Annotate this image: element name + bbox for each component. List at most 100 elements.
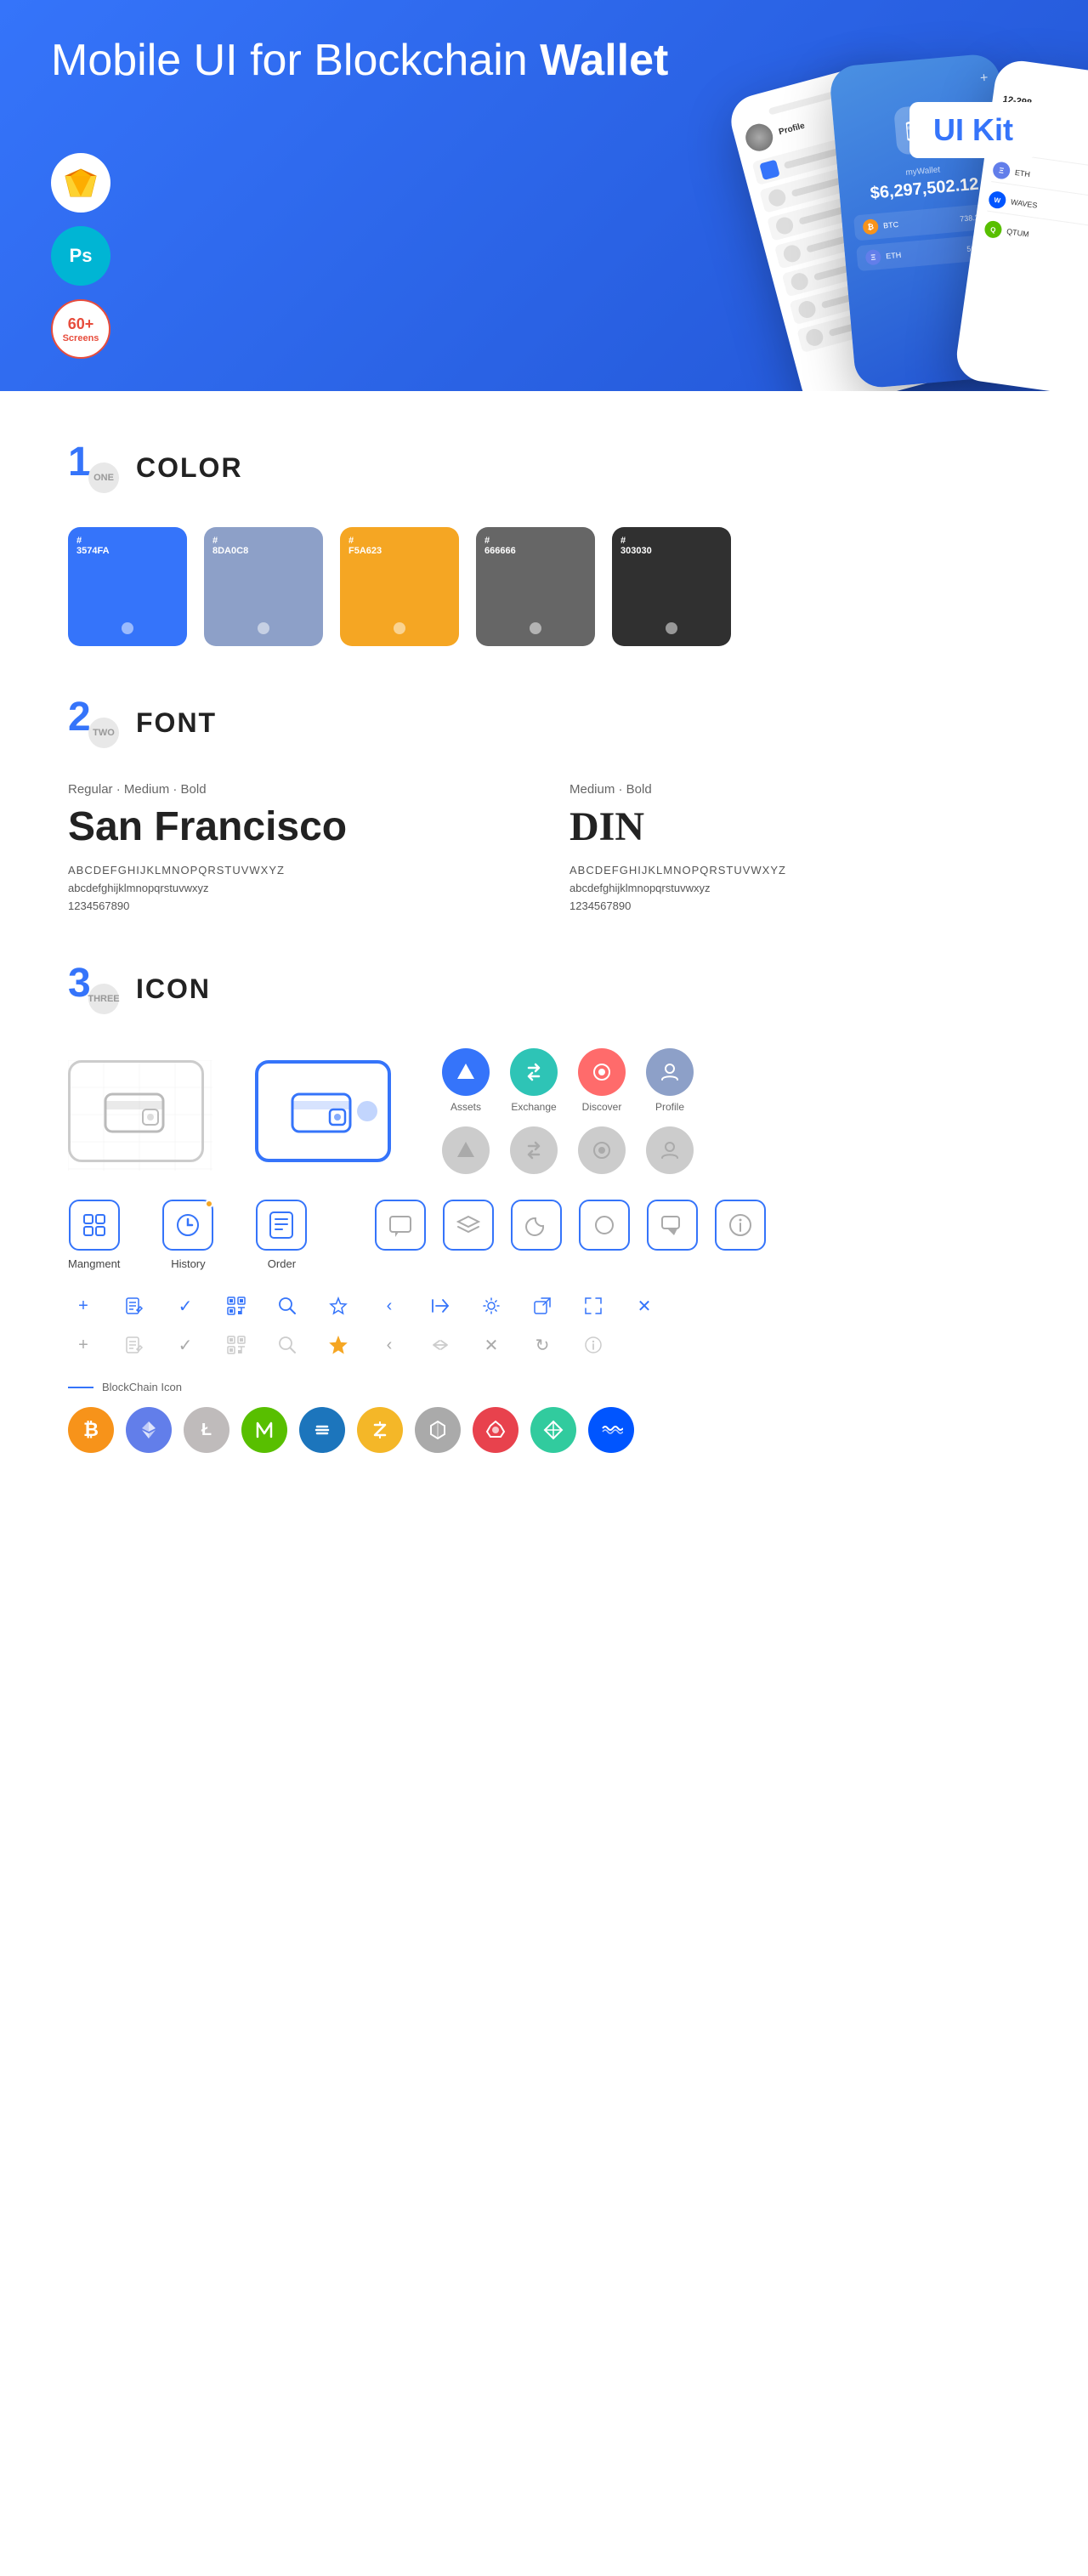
plus-gray-icon: + <box>68 1330 99 1360</box>
screens-badge: 60+ Screens <box>51 299 110 359</box>
dash-coin <box>299 1407 345 1453</box>
icon-large-row: Assets Exchange <box>68 1048 1020 1174</box>
swatch-dark: #303030 <box>612 527 731 646</box>
named-icons-row-1: Assets Exchange <box>442 1048 694 1113</box>
color-title: COLOR <box>136 452 243 484</box>
small-icons-row-2-gray: + ✓ <box>68 1330 1020 1360</box>
blockchain-line-decoration <box>68 1387 94 1388</box>
chevron-left-icon: ‹ <box>374 1291 405 1321</box>
moon-icon <box>511 1200 562 1251</box>
din-lowercase: abcdefghijklmnopqrstuvwxyz <box>570 882 1020 894</box>
named-icons-row-2-gray <box>442 1126 694 1174</box>
named-icons-container: Assets Exchange <box>442 1048 694 1174</box>
assets-icon-box: Assets <box>442 1048 490 1113</box>
mgmt-icons-area: Mangment History <box>68 1200 1020 1270</box>
arrows-gray-icon <box>425 1330 456 1360</box>
swatch-gray: #666666 <box>476 527 595 646</box>
hero-badges: Ps 60+ Screens <box>51 153 110 359</box>
swatch-slate: #8DA0C8 <box>204 527 323 646</box>
ltc-coin: Ł <box>184 1407 230 1453</box>
external-link-icon <box>527 1291 558 1321</box>
btc-coin: ₿ <box>68 1407 114 1453</box>
exchange-icon-box: Exchange <box>510 1048 558 1113</box>
plus-icon: + <box>68 1291 99 1321</box>
order-icon-box: Order <box>256 1200 307 1270</box>
sketch-badge <box>51 153 110 213</box>
rotate-gray-icon: ↻ <box>527 1330 558 1360</box>
swatch-dot <box>258 622 269 634</box>
exchange-icon <box>510 1048 558 1096</box>
swatch-dot <box>666 622 677 634</box>
sf-uppercase: ABCDEFGHIJKLMNOPQRSTUVWXYZ <box>68 864 518 877</box>
blockchain-label: BlockChain Icon <box>68 1381 1020 1393</box>
main-content: 1 ONE COLOR #3574FA #8DA0C8 #F5A623 #666… <box>0 391 1088 1538</box>
ui-kit-badge: UI Kit <box>910 102 1037 158</box>
document-edit-gray-icon <box>119 1330 150 1360</box>
icon-title: ICON <box>136 973 211 1005</box>
font-din: Medium · Bold DIN ABCDEFGHIJKLMNOPQRSTUV… <box>570 782 1020 912</box>
share-icon <box>425 1291 456 1321</box>
management-icon-box: Mangment <box>68 1200 120 1270</box>
swatch-orange: #F5A623 <box>340 527 459 646</box>
ps-badge: Ps <box>51 226 110 286</box>
sf-numbers: 1234567890 <box>68 899 518 912</box>
color-section-number: 1 ONE <box>68 442 119 493</box>
history-label: History <box>171 1257 205 1270</box>
other-icons-row <box>375 1200 766 1251</box>
close2-gray-icon: ✕ <box>476 1330 507 1360</box>
din-name: DIN <box>570 803 1020 850</box>
hero-section: Mobile UI for Blockchain Wallet UI Kit P… <box>0 0 1088 391</box>
profile-icon <box>646 1048 694 1096</box>
phone-mockups: Profile + <box>722 51 1088 374</box>
swatch-dot <box>122 622 133 634</box>
din-numbers: 1234567890 <box>570 899 1020 912</box>
chevron-left-gray-icon: ‹ <box>374 1330 405 1360</box>
font-title: FONT <box>136 707 217 739</box>
hero-title: Mobile UI for Blockchain Wallet <box>51 34 668 87</box>
color-section: 1 ONE COLOR #3574FA #8DA0C8 #F5A623 #666… <box>68 442 1020 646</box>
coins-row: ₿ Ł <box>68 1407 1020 1453</box>
font-section-number: 2 TWO <box>68 697 119 748</box>
mgmt-icons-row: Mangment History <box>68 1200 307 1270</box>
neo-coin <box>241 1407 287 1453</box>
color-swatches: #3574FA #8DA0C8 #F5A623 #666666 #303030 <box>68 527 1020 646</box>
exchange-icon-gray-box <box>510 1126 558 1174</box>
profile-icon-box: Profile <box>646 1048 694 1113</box>
discover-icon-gray <box>578 1126 626 1174</box>
hero-text: Mobile UI for Blockchain Wallet <box>51 34 668 87</box>
eth-coin <box>126 1407 172 1453</box>
assets-icon <box>442 1048 490 1096</box>
swatch-blue: #3574FA <box>68 527 187 646</box>
order-icon <box>256 1200 307 1251</box>
document-edit-icon <box>119 1291 150 1321</box>
sf-style-label: Regular · Medium · Bold <box>68 782 518 797</box>
search-gray-icon <box>272 1330 303 1360</box>
close-icon: ✕ <box>629 1291 660 1321</box>
sf-lowercase: abcdefghijklmnopqrstuvwxyz <box>68 882 518 894</box>
search-icon <box>272 1291 303 1321</box>
font-sf: Regular · Medium · Bold San Francisco AB… <box>68 782 518 912</box>
exchange-icon-gray <box>510 1126 558 1174</box>
waves-coin <box>588 1407 634 1453</box>
hero-title-bold: Wallet <box>540 36 668 85</box>
history-icon <box>162 1200 213 1251</box>
qr-code-icon <box>221 1291 252 1321</box>
small-icons-row-1: + ✓ <box>68 1291 1020 1321</box>
discover-icon <box>578 1048 626 1096</box>
management-icon <box>69 1200 120 1251</box>
ark-coin <box>473 1407 518 1453</box>
color-section-header: 1 ONE COLOR <box>68 442 1020 493</box>
swatch-dot <box>394 622 405 634</box>
icon-section-header: 3 THREE ICON <box>68 963 1020 1014</box>
layers-icon <box>443 1200 494 1251</box>
info-gray-icon <box>578 1330 609 1360</box>
info-icon <box>715 1200 766 1251</box>
wallet-icon-outline-container <box>68 1060 204 1162</box>
checkmark-gray-icon: ✓ <box>170 1330 201 1360</box>
icon-section-number: 3 THREE <box>68 963 119 1014</box>
font-grid: Regular · Medium · Bold San Francisco AB… <box>68 782 1020 912</box>
wallet-outline-icon <box>68 1060 204 1162</box>
iota-coin <box>415 1407 461 1453</box>
history-icon-box: History <box>162 1200 213 1270</box>
star-highlighted-icon <box>323 1330 354 1360</box>
